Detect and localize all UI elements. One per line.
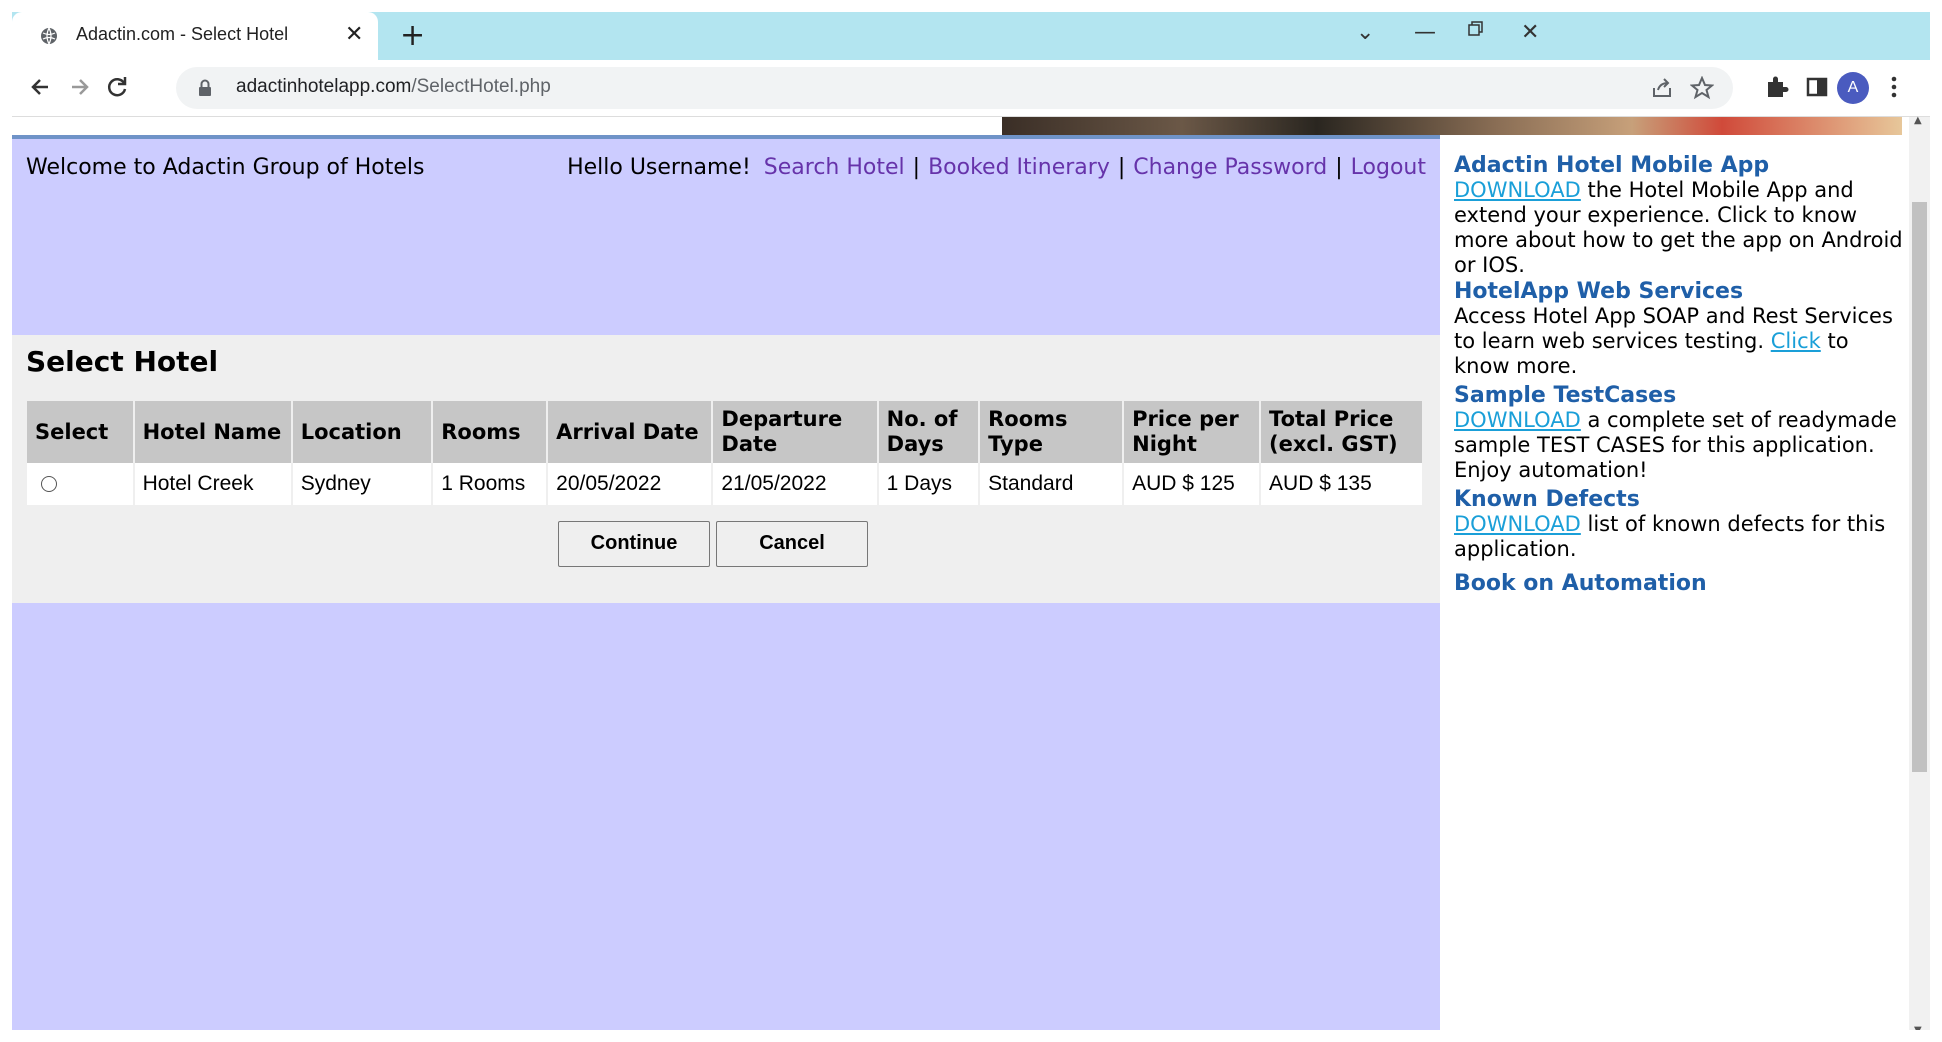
browser-tab-active[interactable]: Adactin.com - Select Hotel ✕: [12, 12, 378, 60]
known-defects-block: Known Defects DOWNLOAD list of known def…: [1454, 487, 1904, 562]
minimize-icon[interactable]: —: [1414, 20, 1436, 45]
logout-link[interactable]: Logout: [1351, 155, 1426, 180]
col-header-location: Location: [291, 401, 434, 463]
rooms-cell: 1 Rooms: [432, 463, 549, 505]
nav-separator: |: [1117, 155, 1126, 180]
tab-title: Adactin.com - Select Hotel: [76, 24, 289, 44]
tab-search-chevron-icon[interactable]: ⌄: [1356, 20, 1374, 45]
mobile-app-block: Adactin Hotel Mobile App DOWNLOAD the Ho…: [1454, 153, 1904, 278]
location-cell: Sydney: [291, 463, 434, 505]
price-per-night-cell: AUD $ 125: [1123, 463, 1262, 505]
nav-separator: |: [1335, 155, 1343, 180]
arrival-date-cell: 20/05/2022: [547, 463, 714, 505]
table-header-row: Select Hotel Name Location Rooms Arrival…: [27, 401, 1424, 463]
extensions-puzzle-icon[interactable]: [1762, 72, 1792, 102]
web-services-heading: HotelApp Web Services: [1454, 279, 1744, 304]
web-services-block: HotelApp Web Services Access Hotel App S…: [1454, 279, 1904, 379]
right-sidebar: Adactin Hotel Mobile App DOWNLOAD the Ho…: [1440, 139, 1920, 1042]
forward-arrow-icon[interactable]: [64, 72, 94, 102]
profile-avatar[interactable]: A: [1837, 72, 1869, 104]
select-radio[interactable]: [41, 476, 57, 493]
browser-menu-kebab-icon[interactable]: [1879, 72, 1909, 102]
url-text: adactinhotelapp.com/SelectHotel.php: [236, 76, 551, 97]
browser-window: Adactin.com - Select Hotel ✕ + ⌄ — ✕ ada…: [12, 12, 1930, 1042]
col-header-rooms-type: Rooms Type: [979, 401, 1125, 463]
col-header-price-per-night: Price per Night: [1123, 401, 1262, 463]
web-page: Welcome to Adactin Group of Hotels Hello…: [12, 117, 1930, 1042]
total-price-cell: AUD $ 135: [1260, 463, 1424, 505]
known-defects-heading: Known Defects: [1454, 487, 1640, 512]
col-header-total-price: Total Price (excl. GST): [1260, 401, 1424, 463]
continue-button[interactable]: Continue: [558, 521, 710, 567]
select-hotel-section: Select Hotel Select Hotel Name Location …: [12, 335, 1440, 603]
hello-username: Hello Username!: [567, 155, 751, 180]
test-cases-heading: Sample TestCases: [1454, 383, 1677, 408]
departure-date-cell: 21/05/2022: [712, 463, 879, 505]
tab-close-icon[interactable]: ✕: [345, 22, 363, 47]
mobile-app-download-link[interactable]: DOWNLOAD: [1454, 178, 1581, 202]
rooms-type-cell: Standard: [979, 463, 1125, 505]
book-block: Book on Automation: [1454, 571, 1904, 596]
test-cases-block: Sample TestCases DOWNLOAD a complete set…: [1454, 383, 1904, 483]
change-password-link[interactable]: Change Password: [1133, 155, 1327, 180]
scrollbar-thumb[interactable]: [1912, 202, 1927, 772]
bottom-edge: [0, 1030, 1942, 1042]
col-header-select: Select: [27, 401, 135, 463]
col-header-departure-date: Departure Date: [712, 401, 879, 463]
hotel-results-table: Select Hotel Name Location Rooms Arrival…: [27, 401, 1424, 505]
main-panel: Welcome to Adactin Group of Hotels Hello…: [12, 139, 1440, 1042]
reload-icon[interactable]: [102, 72, 132, 102]
globe-icon: [41, 27, 57, 45]
restore-icon[interactable]: [1468, 21, 1484, 37]
new-tab-plus-icon[interactable]: +: [400, 18, 425, 53]
col-header-no-of-days: No. of Days: [877, 401, 981, 463]
side-panel-icon[interactable]: [1802, 72, 1832, 102]
lock-icon[interactable]: [198, 79, 212, 97]
mobile-app-heading: Adactin Hotel Mobile App: [1454, 153, 1770, 178]
hotel-name-cell: Hotel Creek: [133, 463, 293, 505]
back-arrow-icon[interactable]: [26, 72, 56, 102]
col-header-rooms: Rooms: [432, 401, 549, 463]
address-bar[interactable]: adactinhotelapp.com/SelectHotel.php: [176, 67, 1733, 109]
scroll-up-arrow-icon[interactable]: ▲: [1914, 115, 1922, 126]
select-cell: [27, 463, 135, 505]
table-row: Hotel Creek Sydney 1 Rooms 20/05/2022 21…: [27, 463, 1424, 505]
cancel-button[interactable]: Cancel: [716, 521, 868, 567]
booked-itinerary-link[interactable]: Booked Itinerary: [928, 155, 1110, 180]
window-close-icon[interactable]: ✕: [1521, 20, 1539, 45]
tab-strip: Adactin.com - Select Hotel ✕ + ⌄ — ✕: [12, 12, 1930, 60]
book-on-automation-heading[interactable]: Book on Automation: [1454, 571, 1904, 596]
no-of-days-cell: 1 Days: [877, 463, 981, 505]
test-cases-download-link[interactable]: DOWNLOAD: [1454, 408, 1581, 432]
col-header-hotel-name: Hotel Name: [133, 401, 293, 463]
search-hotel-link[interactable]: Search Hotel: [764, 155, 905, 180]
nav-separator: |: [912, 155, 921, 180]
page-title: Select Hotel: [26, 345, 219, 378]
browser-toolbar: adactinhotelapp.com/SelectHotel.php: [12, 60, 1930, 117]
share-icon[interactable]: [1650, 76, 1674, 100]
banner-image: [1002, 117, 1902, 135]
bookmark-star-icon[interactable]: [1690, 76, 1714, 100]
known-defects-download-link[interactable]: DOWNLOAD: [1454, 512, 1581, 536]
welcome-text: Welcome to Adactin Group of Hotels: [26, 155, 425, 180]
col-header-arrival-date: Arrival Date: [547, 401, 714, 463]
web-services-click-link[interactable]: Click: [1771, 329, 1821, 353]
page-scrollbar[interactable]: ▲ ▼: [1909, 115, 1930, 1042]
user-nav: Hello Username! Search Hotel | Booked Itin…: [567, 155, 1426, 180]
